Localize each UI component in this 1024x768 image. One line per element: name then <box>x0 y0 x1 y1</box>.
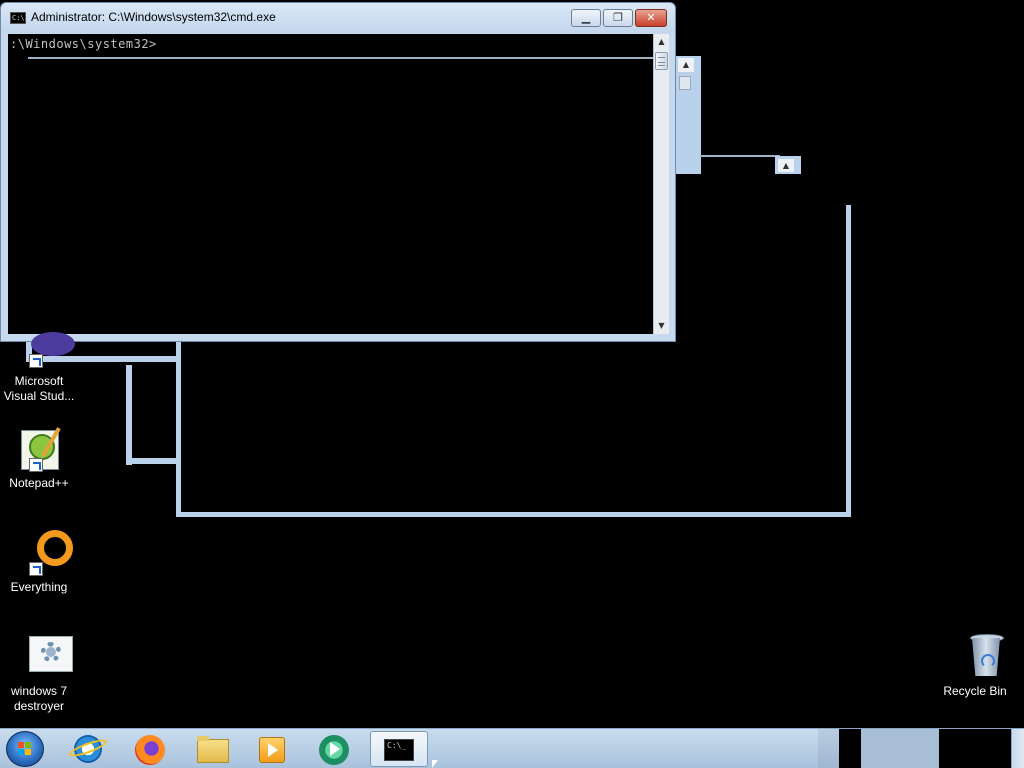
folder-tab <box>197 736 209 741</box>
icon-label: windows 7 <box>10 684 68 698</box>
shortcut-arrow-icon <box>29 458 43 472</box>
window-title: Administrator: C:\Windows\system32\cmd.e… <box>31 10 276 24</box>
show-desktop-button[interactable] <box>1011 729 1024 768</box>
tray-artifact <box>839 729 861 768</box>
ghost-window-edge <box>676 56 701 174</box>
command-prompt-text: :\Windows\system32> <box>10 37 157 51</box>
icon-label: Everything <box>10 580 68 594</box>
taskbar-internet-explorer[interactable] <box>62 731 116 767</box>
firefox-icon <box>135 735 165 765</box>
ghost-scroll-arrow: ▲ <box>778 159 794 172</box>
taskbar-cmd[interactable]: C:\_ <box>370 731 428 767</box>
desktop-icon-visual-studio[interactable]: Microsoft Visual Stud... <box>1 330 77 404</box>
ghost-line <box>28 57 653 59</box>
play-icon <box>330 742 340 756</box>
cmd-window[interactable]: C:\ Administrator: C:\Windows\system32\c… <box>0 2 676 342</box>
tray-artifact <box>939 729 1011 768</box>
scroll-down-arrow-icon[interactable]: ▼ <box>654 318 669 334</box>
everything-search-icon <box>15 528 73 576</box>
taskbar-media-player[interactable] <box>246 731 300 767</box>
desktop-icon-notepadpp[interactable]: Notepad++ <box>1 424 77 491</box>
console-area[interactable]: :\Windows\system32> <box>8 34 653 334</box>
icon-label: Visual Stud... <box>3 389 75 403</box>
cmd-icon: C:\_ <box>384 739 414 761</box>
mouse-cursor-icon <box>432 760 438 768</box>
vertical-scrollbar[interactable]: ▲ ▼ <box>653 34 669 334</box>
close-button[interactable]: ✕ <box>635 9 667 27</box>
ghost-window-edge <box>126 458 176 464</box>
folder-icon <box>197 739 229 763</box>
recycle-bin-icon <box>951 632 1004 680</box>
taskbar: C:\_ <box>0 728 1024 768</box>
desktop-icon-windows7-destroyer[interactable]: windows 7 destroyer <box>1 632 77 714</box>
scroll-up-arrow-icon[interactable]: ▲ <box>654 34 669 50</box>
windows-flag-icon <box>18 742 32 756</box>
icon-label: Recycle Bin <box>943 684 1007 698</box>
icon-label: destroyer <box>13 699 65 713</box>
shortcut-arrow-icon <box>29 562 43 576</box>
windows-start-icon[interactable] <box>6 731 44 767</box>
ghost-line <box>700 155 780 157</box>
minimize-button[interactable]: ▁ <box>571 9 601 27</box>
ghost-window-edge <box>126 365 132 465</box>
settings-gear-icon <box>15 632 73 680</box>
notepadpp-icon <box>15 424 63 472</box>
maximize-button[interactable]: ❐ <box>603 9 633 27</box>
visual-studio-icon <box>15 330 75 370</box>
ghost-scroll-thumb <box>679 76 691 90</box>
taskbar-firefox[interactable] <box>124 731 178 767</box>
shortcut-arrow-icon <box>29 354 43 368</box>
icon-label: Microsoft <box>14 374 64 388</box>
desktop-icon-everything[interactable]: Everything <box>1 528 77 595</box>
desktop-icon-recycle-bin[interactable]: Recycle Bin <box>937 632 1013 699</box>
cmd-icon: C:\ <box>10 12 26 24</box>
scroll-thumb[interactable] <box>655 52 668 70</box>
ghost-scroll-arrow: ▲ <box>678 58 694 72</box>
cmd-titlebar[interactable]: C:\ Administrator: C:\Windows\system32\c… <box>1 3 675 33</box>
taskbar-media-center[interactable] <box>308 731 362 767</box>
play-icon <box>268 743 278 757</box>
tray-artifact <box>861 729 939 768</box>
taskbar-file-explorer[interactable] <box>186 731 240 767</box>
icon-label: Notepad++ <box>9 476 69 490</box>
